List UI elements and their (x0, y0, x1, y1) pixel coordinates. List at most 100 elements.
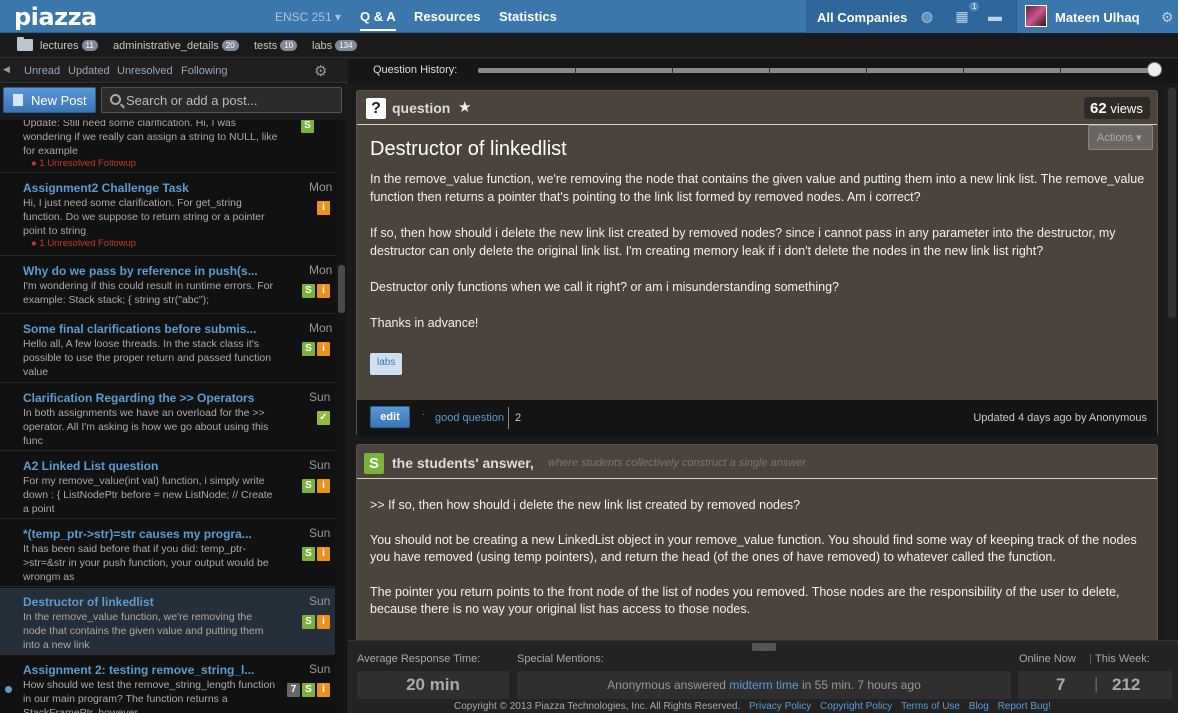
mention-post-link[interactable]: midterm time (729, 678, 798, 692)
globe-icon[interactable]: ◍ (919, 8, 935, 24)
class-selector[interactable]: ENSC 251 ▾ (275, 10, 341, 24)
post-date: Sun (309, 390, 331, 404)
answer-paragraph: You should not be creating a new LinkedL… (370, 533, 1137, 564)
folder-tag-labs[interactable]: labs (370, 353, 403, 375)
all-companies-link[interactable]: All Companies (817, 10, 907, 25)
calendar-icon[interactable]: ▦ (954, 8, 970, 24)
post-snippet: Update: Still need some clarification. H… (23, 120, 278, 157)
list-item[interactable]: Update: Still need some clarification. H… (0, 120, 335, 173)
blog-link[interactable]: Blog (969, 701, 989, 712)
post-title: Assignment 2: testing remove_string_l... (23, 663, 255, 677)
question-paragraph: Thanks in advance! (370, 316, 479, 330)
nav-statistics-tab[interactable]: Statistics (499, 9, 557, 24)
mention-prefix: Anonymous answered (607, 678, 730, 692)
list-item[interactable]: Assignment2 Challenge Task Mon Hi, I jus… (0, 174, 335, 256)
this-week-value: 212 (1112, 675, 1141, 694)
unread-count-badge: 7 (287, 683, 300, 697)
privacy-policy-link[interactable]: Privacy Policy (749, 701, 811, 712)
edit-button[interactable]: edit (370, 406, 410, 428)
list-item[interactable]: Clarification Regarding the >> Operators… (0, 384, 335, 451)
post-snippet: How should we test the remove_string_len… (23, 679, 276, 713)
list-item[interactable]: *(temp_ptr->str)=str causes my progra...… (0, 520, 335, 587)
instructor-answer-badge: i (317, 547, 330, 561)
folder-lectures[interactable]: lectures 11 (40, 40, 98, 52)
post-date: Sun (309, 526, 331, 540)
history-slider-handle[interactable] (1147, 62, 1162, 77)
list-item[interactable]: Why do we pass by reference in push(s...… (0, 257, 335, 314)
folder-count-badge: 10 (280, 40, 298, 51)
filter-following[interactable]: Following (181, 65, 227, 77)
question-history-slider[interactable] (478, 67, 1158, 74)
filter-unread[interactable]: Unread (24, 65, 60, 77)
views-count: 62 (1090, 100, 1107, 117)
feed-scrollbar[interactable] (336, 120, 347, 713)
mention-suffix: in 55 min. 7 hours ago (798, 678, 921, 692)
user-menu[interactable]: Mateen Ulhaq ⚙ (1016, 0, 1178, 33)
question-type-label: question (392, 100, 451, 116)
terms-of-use-link[interactable]: Terms of Use (901, 701, 960, 712)
resize-handle[interactable] (752, 643, 776, 651)
post-badges: 7Si (285, 681, 330, 697)
post-title: *(temp_ptr->str)=str causes my progra... (23, 527, 252, 541)
special-mention: Anonymous answered midterm time in 55 mi… (517, 671, 1011, 699)
post-badges: Si (300, 545, 330, 561)
unread-dot (5, 686, 12, 693)
settings-gear-icon[interactable]: ⚙ (1161, 9, 1174, 26)
copyright-policy-link[interactable]: Copyright Policy (820, 701, 892, 712)
list-item[interactable]: Assignment 2: testing remove_string_l...… (0, 656, 335, 713)
star-icon[interactable]: ★ (458, 98, 471, 116)
class-stats-bar: Average Response Time: 20 min Special Me… (348, 640, 1178, 713)
post-date: Sun (309, 662, 331, 676)
student-answer-badge: S (302, 284, 315, 298)
good-question-link[interactable]: good question (435, 412, 504, 424)
new-post-button[interactable]: New Post (3, 87, 96, 113)
list-item[interactable]: A2 Linked List question Sun For my remov… (0, 452, 335, 519)
folder-icon[interactable] (17, 37, 33, 51)
question-mark-icon: ? (366, 98, 386, 119)
divider: | (1094, 674, 1099, 693)
post-title: Why do we pass by reference in push(s... (23, 264, 258, 278)
good-question-dot: · (422, 409, 426, 420)
folder-bar: lectures 11 administrative_details 20 test… (0, 34, 1178, 58)
folder-labs[interactable]: labs 134 (312, 40, 357, 52)
new-post-label: New Post (31, 93, 87, 108)
collapse-left-icon[interactable]: ◀ (3, 64, 10, 75)
folder-administrative-details[interactable]: administrative_details 20 (113, 40, 239, 52)
actions-dropdown[interactable]: Actions ▾ (1088, 125, 1153, 150)
history-tick (575, 67, 576, 74)
instructor-answer-badge: i (317, 201, 330, 215)
filter-updated[interactable]: Updated (68, 65, 110, 77)
filter-unresolved[interactable]: Unresolved (117, 65, 173, 77)
post-date: Mon (309, 321, 333, 335)
folder-tests[interactable]: tests 10 (254, 40, 298, 52)
special-mentions-label: Special Mentions: (517, 653, 604, 665)
content-scroll-thumb[interactable] (1168, 88, 1176, 318)
post-date: Mon (309, 263, 333, 277)
post-title: Assignment2 Challenge Task (23, 181, 189, 195)
answer-body: >> If so, then how should i delete the n… (370, 497, 1145, 636)
nav-resources-tab[interactable]: Resources (414, 9, 480, 24)
content-scrollbar[interactable] (1166, 84, 1178, 640)
post-snippet: I'm wondering if this could result in ru… (23, 280, 274, 306)
chat-icon[interactable]: ▬ (987, 8, 1003, 24)
unresolved-followup-note: ● 1 Unresolved Followup (31, 238, 137, 249)
nav-qa-tab[interactable]: Q & A (360, 9, 396, 31)
post-date: Sun (309, 458, 331, 472)
folder-count-badge: 134 (335, 40, 357, 51)
list-item[interactable]: Some final clarifications before submis.… (0, 315, 335, 383)
report-bug-link[interactable]: Report Bug! (998, 701, 1051, 712)
feed-scroll-thumb[interactable] (338, 265, 345, 313)
post-feed-sidebar: ◀ Unread Updated Unresolved Following ⚙ … (0, 59, 347, 713)
post-snippet: Hello all, A few loose threads. In the s… (23, 338, 272, 378)
feed-settings-gear-icon[interactable]: ⚙ (314, 62, 327, 80)
question-body: In the remove_value function, we're remo… (370, 170, 1145, 350)
answer-paragraph: The pointer you return points to the fro… (370, 585, 1120, 616)
folder-label: lectures (40, 40, 79, 52)
list-item-selected[interactable]: Destructor of linkedlist Sun In the remo… (0, 588, 335, 655)
piazza-logo[interactable]: piazza (14, 3, 97, 31)
student-answer-badge: S (302, 479, 315, 493)
answer-type-label: the students' answer, (392, 455, 534, 471)
user-name[interactable]: Mateen Ulhaq (1055, 10, 1140, 25)
post-badges: Si (300, 282, 330, 298)
search-input[interactable]: Search or add a post... (101, 87, 342, 113)
